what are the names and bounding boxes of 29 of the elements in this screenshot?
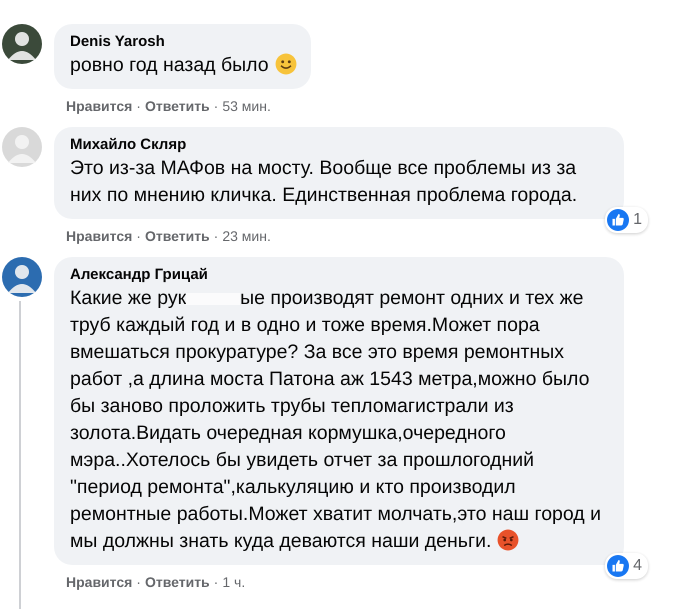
- smiley-icon: [274, 53, 297, 75]
- separator: ·: [214, 573, 218, 592]
- reaction-count[interactable]: 1: [605, 207, 648, 233]
- separator: ·: [136, 573, 141, 592]
- comment-time: 23 мин.: [222, 227, 271, 246]
- thumbs-up-icon: [607, 555, 630, 577]
- comment-time: 53 мин.: [222, 97, 271, 116]
- author-name[interactable]: Михайло Скляр: [70, 135, 610, 155]
- avatar-icon[interactable]: [2, 257, 42, 297]
- avatar-icon[interactable]: [2, 24, 42, 64]
- author-name[interactable]: Denis Yarosh: [70, 32, 297, 52]
- like-link[interactable]: Нравится: [66, 95, 132, 117]
- reply-link[interactable]: Ответить: [144, 571, 210, 593]
- like-link[interactable]: Нравится: [66, 571, 132, 593]
- reply-link[interactable]: Ответить: [144, 225, 210, 247]
- comment-text: Это из-за МАФов на мосту. Вообще все проблемы из за них по мнению кличка. Единственная проблема города.: [70, 156, 578, 208]
- angry-face-icon: [497, 529, 520, 551]
- reply-link[interactable]: Ответить: [144, 95, 210, 117]
- separator: ·: [136, 227, 141, 246]
- reaction-count[interactable]: 4: [605, 553, 648, 579]
- comment-time: 1 ч.: [222, 573, 246, 592]
- separator: ·: [136, 97, 141, 116]
- comment-text: Какие же рук ые производят ремонт одних и тех же труб каждый год и в одно и тоже время.Может пора вмешаться прокуратуре? За все это время ремонтных работ ,а длина моста Патона аж 1543 метра,можно было бы заново проложить трубы тепломагистрали из золота.Видать очередная кормушка,очередного мэра..Хотелось бы увидеть отчет за прошлогодний "период ремонта",калькуляцию и кто производил ремонтные работы.Может хватит молчать,это наш город и мы должны знать куда деваются наши деньги.: [70, 286, 602, 554]
- author-name[interactable]: Александр Грицай: [70, 265, 610, 285]
- separator: ·: [214, 227, 218, 246]
- comment-text: ровно год назад было: [70, 52, 297, 79]
- separator: ·: [214, 97, 218, 116]
- thumbs-up-icon: [607, 209, 630, 231]
- like-link[interactable]: Нравится: [66, 225, 132, 247]
